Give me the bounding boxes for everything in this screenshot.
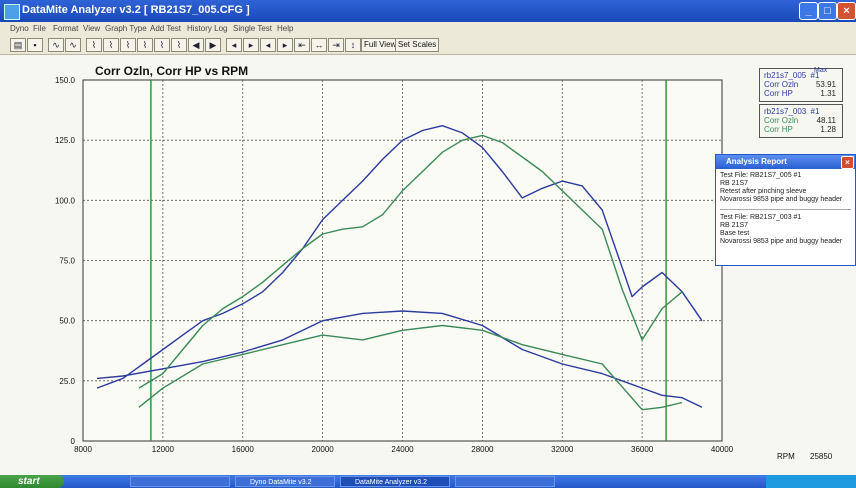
x-axis-label: RPM — [777, 452, 795, 461]
analysis-report-window[interactable]: Analysis Report × Test File: RB21S7_005 … — [715, 154, 856, 266]
legend-test-1[interactable]: rb21s7_005 #1 Max Corr Ozln 53.91 Corr H… — [759, 67, 843, 102]
x-tick-label: 28000 — [471, 445, 494, 454]
step-left-icon[interactable]: ◂ — [260, 38, 276, 52]
legend-2-row-hp: Corr HP — [764, 125, 793, 134]
chart-title: Corr Ozln, Corr HP vs RPM — [95, 64, 248, 78]
legend-2-val-hp: 1.28 — [820, 125, 836, 134]
x-tick-label: 8000 — [74, 445, 92, 454]
graph-icon-2[interactable]: ∿ — [65, 38, 81, 52]
x-tick-label: 40000 — [711, 445, 734, 454]
taskbar-item-analyzer[interactable]: DataMite Analyzer v3.2 — [340, 476, 450, 487]
legend-2-title: rb21s7_003 — [764, 107, 807, 116]
analysis-report-titlebar[interactable]: Analysis Report × — [716, 155, 855, 169]
start-button[interactable]: start — [0, 475, 64, 488]
zoom-width-icon[interactable]: ↔ — [311, 38, 327, 52]
save-icon[interactable]: ▪ — [27, 38, 43, 52]
graph-icon-7[interactable]: ⌇ — [154, 38, 170, 52]
y-tick-label: 150.0 — [55, 76, 76, 85]
analysis-test2-note: Base test — [720, 230, 750, 237]
legend-1-val-hp: 1.31 — [820, 89, 836, 98]
analysis-report-title: Analysis Report — [726, 157, 787, 166]
y-tick-label: 25.0 — [59, 377, 75, 386]
full-view-button[interactable]: Full View — [361, 38, 400, 52]
graph-icon-3[interactable]: ⌇ — [86, 38, 102, 52]
graph-icon-6[interactable]: ⌇ — [137, 38, 153, 52]
maximize-button[interactable]: □ — [818, 2, 837, 20]
menu-bar: Dyno File Format View Graph Type Add Tes… — [0, 22, 856, 36]
x-tick-label: 32000 — [551, 445, 574, 454]
analysis-close-button[interactable]: × — [841, 156, 854, 169]
cursor-left-icon[interactable]: ◂ — [226, 38, 242, 52]
chart-grid — [82, 79, 723, 442]
taskbar-item-4[interactable] — [455, 476, 555, 487]
analysis-report-body: Test File: RB21S7_005 #1 RB 21S7 Retest … — [716, 169, 855, 249]
analysis-test1-setup: Novarossi 9853 pipe and buggy header — [720, 196, 843, 203]
menu-graph-type[interactable]: Graph Type — [105, 24, 147, 33]
taskbar: start Dyno DataMite v3.2 DataMite Analyz… — [0, 475, 856, 488]
x-tick-label: 24000 — [391, 445, 414, 454]
zoom-height-icon[interactable]: ↕ — [345, 38, 361, 52]
step-right-icon[interactable]: ▸ — [277, 38, 293, 52]
zoom-right-icon[interactable]: ⇥ — [328, 38, 344, 52]
legend-1-max: Max — [814, 67, 828, 74]
menu-format[interactable]: Format — [53, 24, 78, 33]
analysis-test2-setup: Novarossi 9853 pipe and buggy header — [720, 238, 843, 245]
graph-icon-1[interactable]: ∿ — [48, 38, 64, 52]
taskbar-item-dyno[interactable]: Dyno DataMite v3.2 — [235, 476, 335, 487]
menu-add-test[interactable]: Add Test — [150, 24, 181, 33]
legend-2-num: #1 — [810, 107, 820, 116]
legend-2-row-ozln: Corr Ozln — [764, 116, 799, 125]
zoom-left-icon[interactable]: ⇤ — [294, 38, 310, 52]
y-tick-label: 100.0 — [55, 196, 76, 205]
rpm-readout: 25850 — [810, 452, 833, 461]
graph-icon-5[interactable]: ⌇ — [120, 38, 136, 52]
legend-1-val-ozln: 53.91 — [815, 80, 836, 89]
analysis-test1-note: Retest after pinching sleeve — [720, 188, 807, 195]
legend-1-row-hp: Corr HP — [764, 89, 793, 98]
x-tick-label: 16000 — [232, 445, 255, 454]
toolbar: ▤ ▪ ∿ ∿ ⌇ ⌇ ⌇ ⌇ ⌇ ⌇ ◀ ▶ ◂ ▸ ◂ ▸ ⇤ ↔ ⇥ ↕ … — [0, 36, 856, 55]
analysis-test2-file: Test File: RB21S7_003 #1 — [720, 214, 802, 221]
y-tick-label: 50.0 — [59, 317, 75, 326]
x-tick-label: 12000 — [152, 445, 175, 454]
graph-icon-4[interactable]: ⌇ — [103, 38, 119, 52]
print-icon[interactable]: ▤ — [10, 38, 26, 52]
close-button[interactable]: × — [837, 2, 856, 20]
taskbar-item-1[interactable] — [130, 476, 230, 487]
minimize-button[interactable]: _ — [799, 2, 818, 20]
window-title: DataMite Analyzer v3.2 [ RB21S7_005.CFG … — [22, 4, 250, 16]
menu-history-log[interactable]: History Log — [187, 24, 227, 33]
start-label: start — [18, 476, 40, 487]
set-scales-button[interactable]: Set Scales — [395, 38, 440, 52]
analysis-test1-file: Test File: RB21S7_005 #1 — [720, 172, 802, 179]
legend-1-row-ozln: Corr Ozln — [764, 80, 799, 89]
legend-1-title: rb21s7_005 — [764, 71, 807, 80]
app-icon — [4, 4, 20, 20]
menu-single-test[interactable]: Single Test — [233, 24, 272, 33]
analysis-test1-engine: RB 21S7 — [720, 180, 749, 187]
menu-help[interactable]: Help — [277, 24, 293, 33]
y-tick-label: 0 — [71, 437, 76, 446]
system-tray — [766, 475, 856, 488]
menu-file[interactable]: File — [33, 24, 46, 33]
arrow-right-icon[interactable]: ▶ — [205, 38, 221, 52]
y-tick-label: 75.0 — [59, 257, 75, 266]
legend-2-val-ozln: 48.11 — [816, 116, 836, 125]
menu-dyno[interactable]: Dyno — [10, 24, 29, 33]
arrow-left-icon[interactable]: ◀ — [188, 38, 204, 52]
cursor-right-icon[interactable]: ▸ — [243, 38, 259, 52]
legend-test-2[interactable]: rb21s7_003 #1 Corr Ozln 48.11 Corr HP 1.… — [759, 104, 843, 138]
analysis-test2-engine: RB 21S7 — [720, 222, 749, 229]
x-tick-label: 20000 — [312, 445, 335, 454]
x-tick-label: 36000 — [631, 445, 654, 454]
title-bar: DataMite Analyzer v3.2 [ RB21S7_005.CFG … — [0, 0, 856, 22]
graph-icon-8[interactable]: ⌇ — [171, 38, 187, 52]
analysis-divider — [720, 209, 851, 210]
menu-view[interactable]: View — [83, 24, 100, 33]
y-tick-label: 125.0 — [55, 136, 76, 145]
